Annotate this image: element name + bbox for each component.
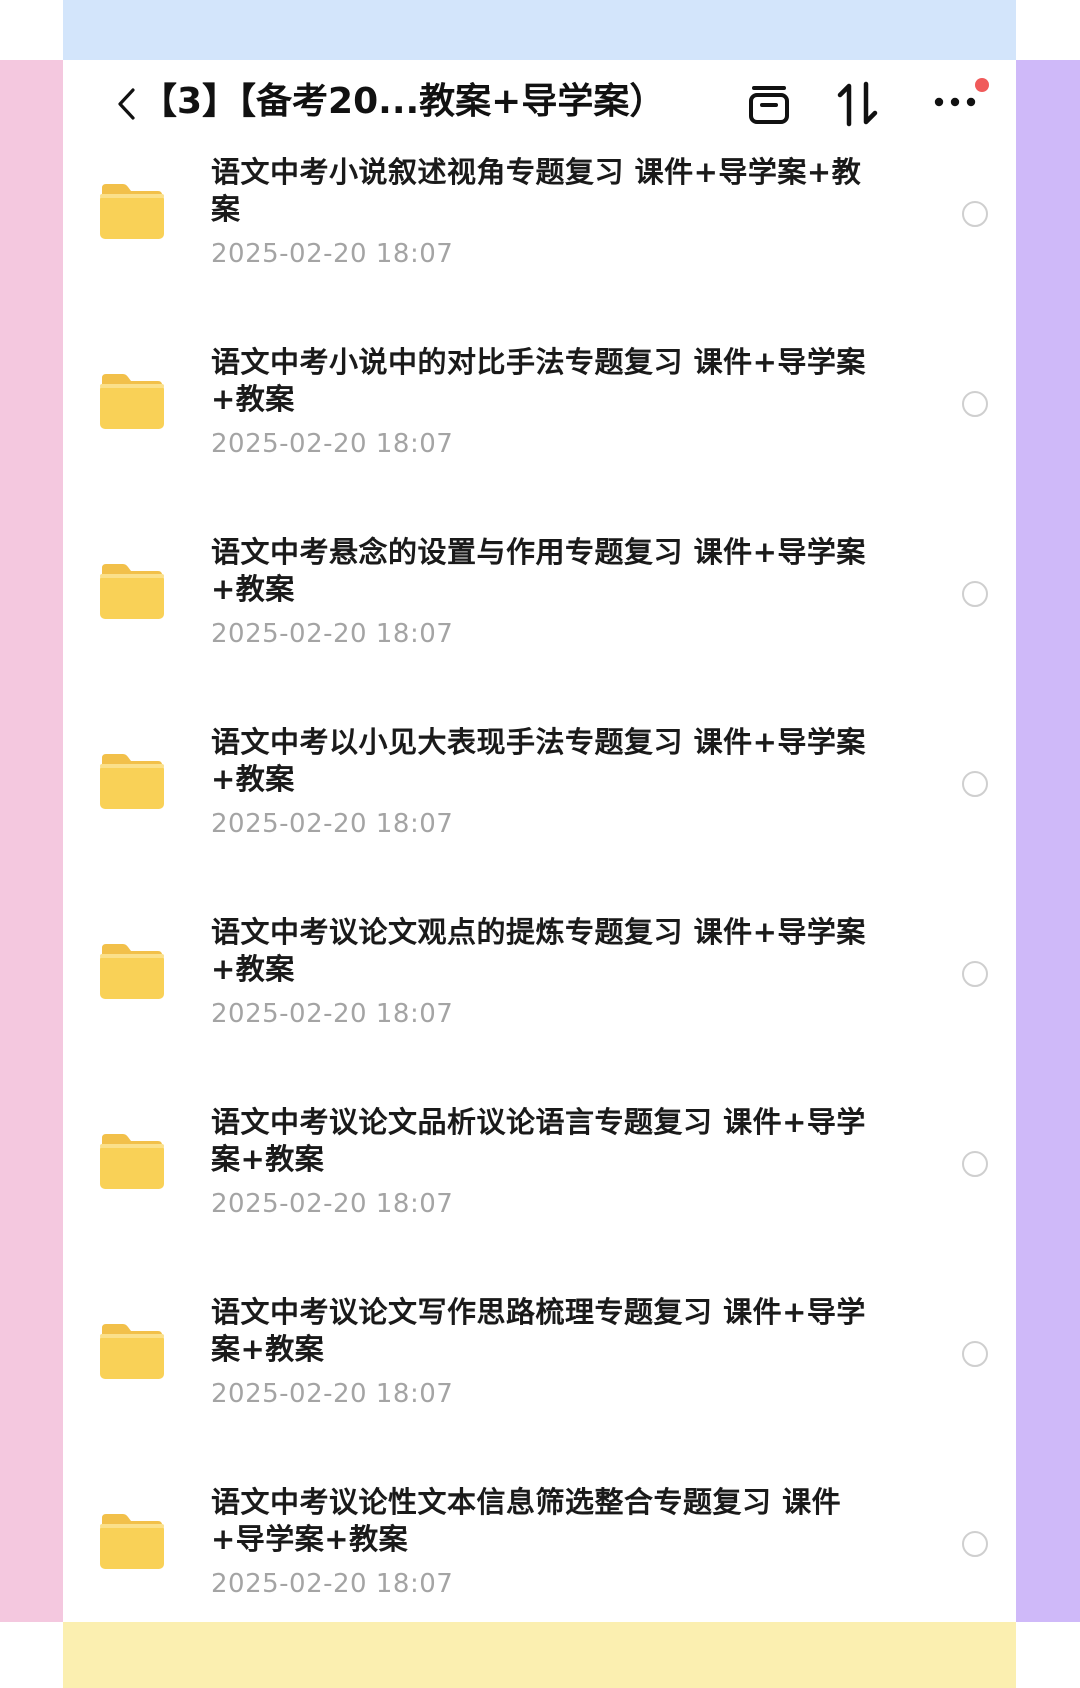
select-radio[interactable] (962, 201, 988, 227)
top-bar: 【3】【备考20...教案+导学案） (63, 60, 1016, 150)
folder-icon (100, 184, 164, 239)
sort-arrows-icon[interactable] (835, 80, 881, 128)
notification-dot (975, 78, 989, 92)
folder-icon (100, 564, 164, 619)
item-date: 2025-02-20 18:07 (211, 809, 454, 839)
item-name: 语文中考小说叙述视角专题复习 课件+导学案+教案 (211, 155, 862, 226)
decor-left-band (0, 60, 63, 1622)
list-item[interactable]: 语文中考议论文写作思路梳理专题复习 课件+导学案+教案 2025-02-20 1… (63, 1290, 1016, 1480)
list-item[interactable]: 语文中考议论性文本信息筛选整合专题复习 课件+导学案+教案 2025-02-20… (63, 1480, 1016, 1622)
list-item[interactable]: 语文中考悬念的设置与作用专题复习 课件+导学案+教案 2025-02-20 18… (63, 530, 1016, 720)
folder-title: 【3】【备考20...教案+导学案） (141, 81, 666, 122)
item-date: 2025-02-20 18:07 (211, 999, 454, 1029)
select-radio[interactable] (962, 391, 988, 417)
item-name: 语文中考悬念的设置与作用专题复习 课件+导学案+教案 (211, 535, 866, 606)
folder-icon (100, 374, 164, 429)
item-date: 2025-02-20 18:07 (211, 1379, 454, 1409)
item-date: 2025-02-20 18:07 (211, 619, 454, 649)
item-name: 语文中考小说中的对比手法专题复习 课件+导学案+教案 (211, 345, 866, 416)
item-date: 2025-02-20 18:07 (211, 1569, 454, 1599)
item-date: 2025-02-20 18:07 (211, 1189, 454, 1219)
folder-icon (100, 1514, 164, 1569)
decor-top-band (63, 0, 1016, 60)
item-name: 语文中考议论性文本信息筛选整合专题复习 课件+导学案+教案 (211, 1485, 842, 1556)
item-name: 语文中考议论文写作思路梳理专题复习 课件+导学案+教案 (211, 1295, 866, 1366)
list-item[interactable]: 语文中考小说叙述视角专题复习 课件+导学案+教案 2025-02-20 18:0… (63, 150, 1016, 340)
list-item[interactable]: 语文中考小说中的对比手法专题复习 课件+导学案+教案 2025-02-20 18… (63, 340, 1016, 530)
item-date: 2025-02-20 18:07 (211, 239, 454, 269)
decor-right-band (1016, 60, 1080, 1622)
select-radio[interactable] (962, 771, 988, 797)
select-radio[interactable] (962, 1531, 988, 1557)
file-list: 语文中考小说叙述视角专题复习 课件+导学案+教案 2025-02-20 18:0… (63, 150, 1016, 1622)
select-radio[interactable] (962, 581, 988, 607)
folder-icon (100, 1324, 164, 1379)
folder-icon (100, 944, 164, 999)
folder-icon (100, 1134, 164, 1189)
select-radio[interactable] (962, 1151, 988, 1177)
select-radio[interactable] (962, 1341, 988, 1367)
item-name: 语文中考以小见大表现手法专题复习 课件+导学案+教案 (211, 725, 866, 796)
list-item[interactable]: 语文中考以小见大表现手法专题复习 课件+导学案+教案 2025-02-20 18… (63, 720, 1016, 910)
phone-screen: 【3】【备考20...教案+导学案） 语文中考小说叙述视角专题复习 课件+导学案… (63, 60, 1016, 1622)
archive-box-icon[interactable] (745, 80, 793, 128)
item-name: 语文中考议论文品析议论语言专题复习 课件+导学案+教案 (211, 1105, 866, 1176)
list-item[interactable]: 语文中考议论文品析议论语言专题复习 课件+导学案+教案 2025-02-20 1… (63, 1100, 1016, 1290)
folder-icon (100, 754, 164, 809)
decor-bottom-band (63, 1622, 1016, 1688)
list-item[interactable]: 语文中考议论文观点的提炼专题复习 课件+导学案+教案 2025-02-20 18… (63, 910, 1016, 1100)
item-date: 2025-02-20 18:07 (211, 429, 454, 459)
page-canvas: 【3】【备考20...教案+导学案） 语文中考小说叙述视角专题复习 课件+导学案… (0, 0, 1080, 1688)
item-name: 语文中考议论文观点的提炼专题复习 课件+导学案+教案 (211, 915, 866, 986)
select-radio[interactable] (962, 961, 988, 987)
back-chevron-icon[interactable] (115, 86, 137, 122)
